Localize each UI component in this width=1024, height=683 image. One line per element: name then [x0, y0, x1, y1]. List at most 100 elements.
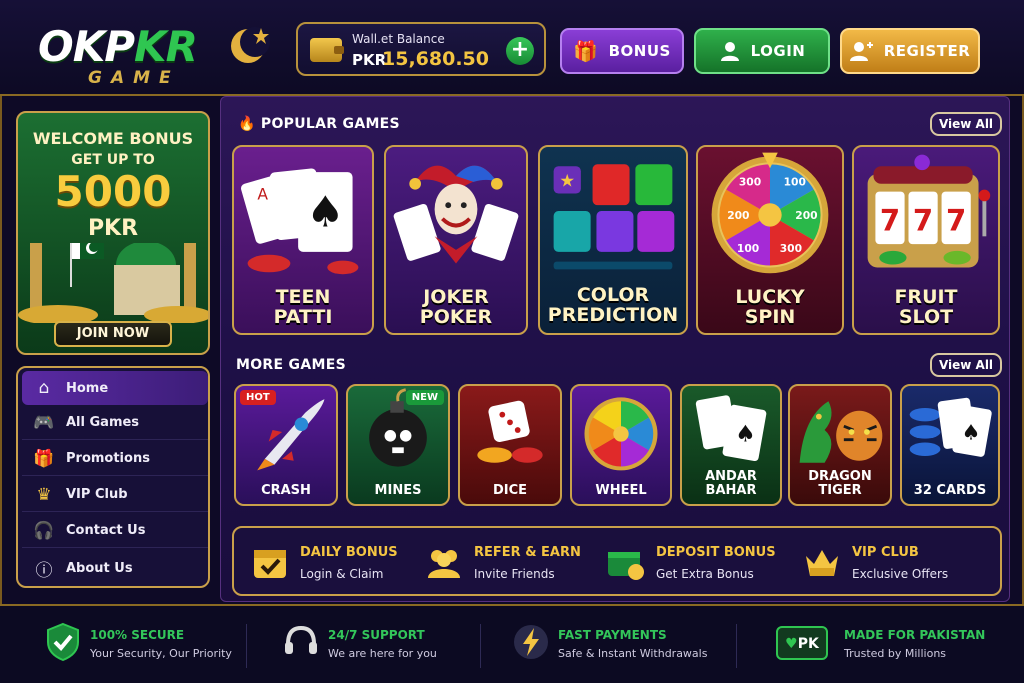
- wallet-icon: [310, 38, 344, 62]
- game-card-title: ANDAR BAHAR: [705, 469, 757, 498]
- svg-text:★: ★: [559, 172, 575, 192]
- more-view-all-button[interactable]: View All: [930, 353, 1002, 377]
- mosque-illustration: [18, 243, 208, 323]
- game-card-title: DICE: [492, 483, 528, 498]
- slot-reel-digit: 7: [946, 203, 966, 237]
- color-grid-icon: ★: [553, 164, 675, 270]
- game-card-title-line1: LUCKY: [735, 286, 805, 308]
- okpkr-logo[interactable]: OKPKR GAME: [38, 20, 278, 92]
- register-button-label: REGISTER: [883, 42, 971, 60]
- footer-bar: 100% SECURE Your Security, Our Priority …: [0, 604, 1024, 683]
- game-card-title: LUCKY SPIN: [698, 287, 842, 327]
- game-card-title: CRASH: [261, 483, 311, 498]
- wallet-balance-panel: Wall.et Balance PKR 15,680.50 +: [296, 22, 546, 76]
- fire-icon: 🔥: [238, 116, 256, 132]
- hot-badge: HOT: [240, 390, 276, 405]
- svg-text:♠: ♠: [306, 188, 344, 238]
- slot-reel-digit: 7: [880, 203, 900, 237]
- sidebar-item-contact-us[interactable]: 🎧 Contact Us: [22, 514, 208, 548]
- bonus-button[interactable]: 🎁 BONUS: [560, 28, 684, 74]
- welcome-bonus-banner[interactable]: WELCOME BONUS GET UP TO 5000 PKR JOIN NO…: [16, 111, 210, 355]
- dragon-tiger-icon: [799, 401, 883, 463]
- sidebar-item-all-games[interactable]: 🎮 All Games: [22, 406, 208, 440]
- headset-icon: 🎧: [33, 520, 55, 541]
- game-card-title: JOKER POKER: [386, 287, 526, 327]
- headset-icon: [285, 625, 317, 654]
- gift-icon: 🎁: [33, 448, 55, 469]
- join-now-button[interactable]: JOIN NOW: [54, 321, 172, 347]
- feature-title: REFER & EARN: [474, 545, 581, 560]
- playing-cards-icon: ♠: [695, 395, 767, 462]
- game-card-crash[interactable]: HOT CRASH: [234, 384, 338, 506]
- bonus-button-label: BONUS: [608, 42, 671, 60]
- feature-subtitle: Invite Friends: [474, 567, 555, 581]
- footer-subtitle: We are here for you: [328, 647, 437, 660]
- wheel-value: 100: [784, 176, 806, 189]
- slot-machine-icon: 7 7 7: [867, 154, 991, 268]
- popular-view-all-button[interactable]: View All: [930, 112, 1002, 136]
- add-funds-button[interactable]: +: [506, 37, 534, 65]
- login-button[interactable]: LOGIN: [694, 28, 830, 74]
- game-card-andar-bahar[interactable]: ♠ ANDAR BAHAR: [680, 384, 782, 506]
- dice-icon: [477, 400, 543, 463]
- sidebar-item-about-us[interactable]: ⓘ About Us: [22, 551, 208, 585]
- pk-badge-icon: ♥PK: [776, 626, 828, 660]
- footer-divider: [736, 624, 737, 668]
- wheel-value: 300: [739, 176, 761, 189]
- game-card-dice[interactable]: DICE: [458, 384, 562, 506]
- calendar-check-icon: [254, 550, 286, 578]
- feature-deposit-bonus[interactable]: DEPOSIT BONUS Get Extra Bonus: [606, 528, 796, 594]
- sidebar-item-label: VIP Club: [66, 487, 128, 502]
- footer-item-pakistan: ♥PK MADE FOR PAKISTAN Trusted by Million…: [776, 618, 996, 674]
- sidebar-item-home[interactable]: ⌂ Home: [22, 371, 208, 405]
- game-card-title: DRAGON TIGER: [790, 470, 890, 498]
- sidebar-item-vip-club[interactable]: ♛ VIP Club: [22, 478, 208, 512]
- sidebar-nav: ⌂ Home 🎮 All Games 🎁 Promotions ♛ VIP Cl…: [16, 366, 210, 588]
- game-card-fruit-slot[interactable]: 7 7 7 FRUIT SLOT: [852, 145, 1000, 335]
- vip-crown-icon: [806, 550, 838, 576]
- game-card-title: TEEN PATTI: [234, 287, 372, 327]
- logo-text-kr: KR: [134, 22, 198, 71]
- footer-item-support: 24/7 SUPPORT We are here for you: [282, 618, 482, 674]
- footer-title: MADE FOR PAKISTAN: [844, 628, 986, 642]
- feature-subtitle: Exclusive Offers: [852, 567, 949, 581]
- popular-games-title-text: POPULAR GAMES: [260, 116, 400, 132]
- heart-icon: ♥: [785, 636, 798, 652]
- game-card-wheel[interactable]: WHEEL: [570, 384, 672, 506]
- footer-item-secure: 100% SECURE Your Security, Our Priority: [44, 618, 254, 674]
- svg-text:♠: ♠: [735, 422, 756, 448]
- game-card-lucky-spin[interactable]: 100 200 300 100 200 300 LUCKY SPIN: [696, 145, 844, 335]
- footer-title: 24/7 SUPPORT: [328, 628, 425, 642]
- feature-title: DAILY BONUS: [300, 545, 398, 560]
- feature-daily-bonus[interactable]: DAILY BONUS Login & Claim: [250, 528, 420, 594]
- sidebar-item-promotions[interactable]: 🎁 Promotions: [22, 442, 208, 476]
- game-card-title-line1: FRUIT: [894, 286, 958, 308]
- pk-badge-text: PK: [797, 636, 819, 652]
- game-card-teen-patti[interactable]: ♠ A TEEN PATTI: [232, 145, 374, 335]
- wheel-value: 200: [727, 209, 749, 222]
- wheel-value: 100: [737, 242, 759, 255]
- svg-text:♠: ♠: [962, 420, 981, 445]
- game-card-color-prediction[interactable]: ★ COLOR PREDICTION: [538, 145, 688, 335]
- game-card-title: FRUIT SLOT: [854, 287, 998, 327]
- playing-cards-icon: ♠ A: [241, 168, 359, 275]
- game-card-title-line2: PREDICTION: [547, 304, 679, 326]
- joker-icon: [393, 165, 519, 264]
- features-strip: DAILY BONUS Login & Claim REFER & EARN I…: [232, 526, 1002, 596]
- login-button-label: LOGIN: [750, 42, 806, 60]
- game-card-joker-poker[interactable]: JOKER POKER: [384, 145, 528, 335]
- game-card-title: COLOR PREDICTION: [540, 285, 686, 325]
- feature-title: DEPOSIT BONUS: [656, 545, 776, 560]
- shield-check-icon: [47, 622, 79, 662]
- game-card-title: WHEEL: [595, 483, 647, 498]
- game-card-32-cards[interactable]: ♠ 32 CARDS: [900, 384, 1000, 506]
- register-button[interactable]: REGISTER: [840, 28, 980, 74]
- more-games-title: MORE GAMES: [236, 357, 346, 373]
- feature-title: VIP CLUB: [852, 545, 919, 560]
- logo-text-okp: OKP: [38, 22, 135, 71]
- game-card-mines[interactable]: NEW MINES: [346, 384, 450, 506]
- sidebar-item-label: Home: [66, 380, 109, 396]
- feature-refer-earn[interactable]: REFER & EARN Invite Friends: [424, 528, 604, 594]
- game-card-dragon-tiger[interactable]: DRAGON TIGER: [788, 384, 892, 506]
- feature-vip-club[interactable]: VIP CLUB Exclusive Offers: [802, 528, 982, 594]
